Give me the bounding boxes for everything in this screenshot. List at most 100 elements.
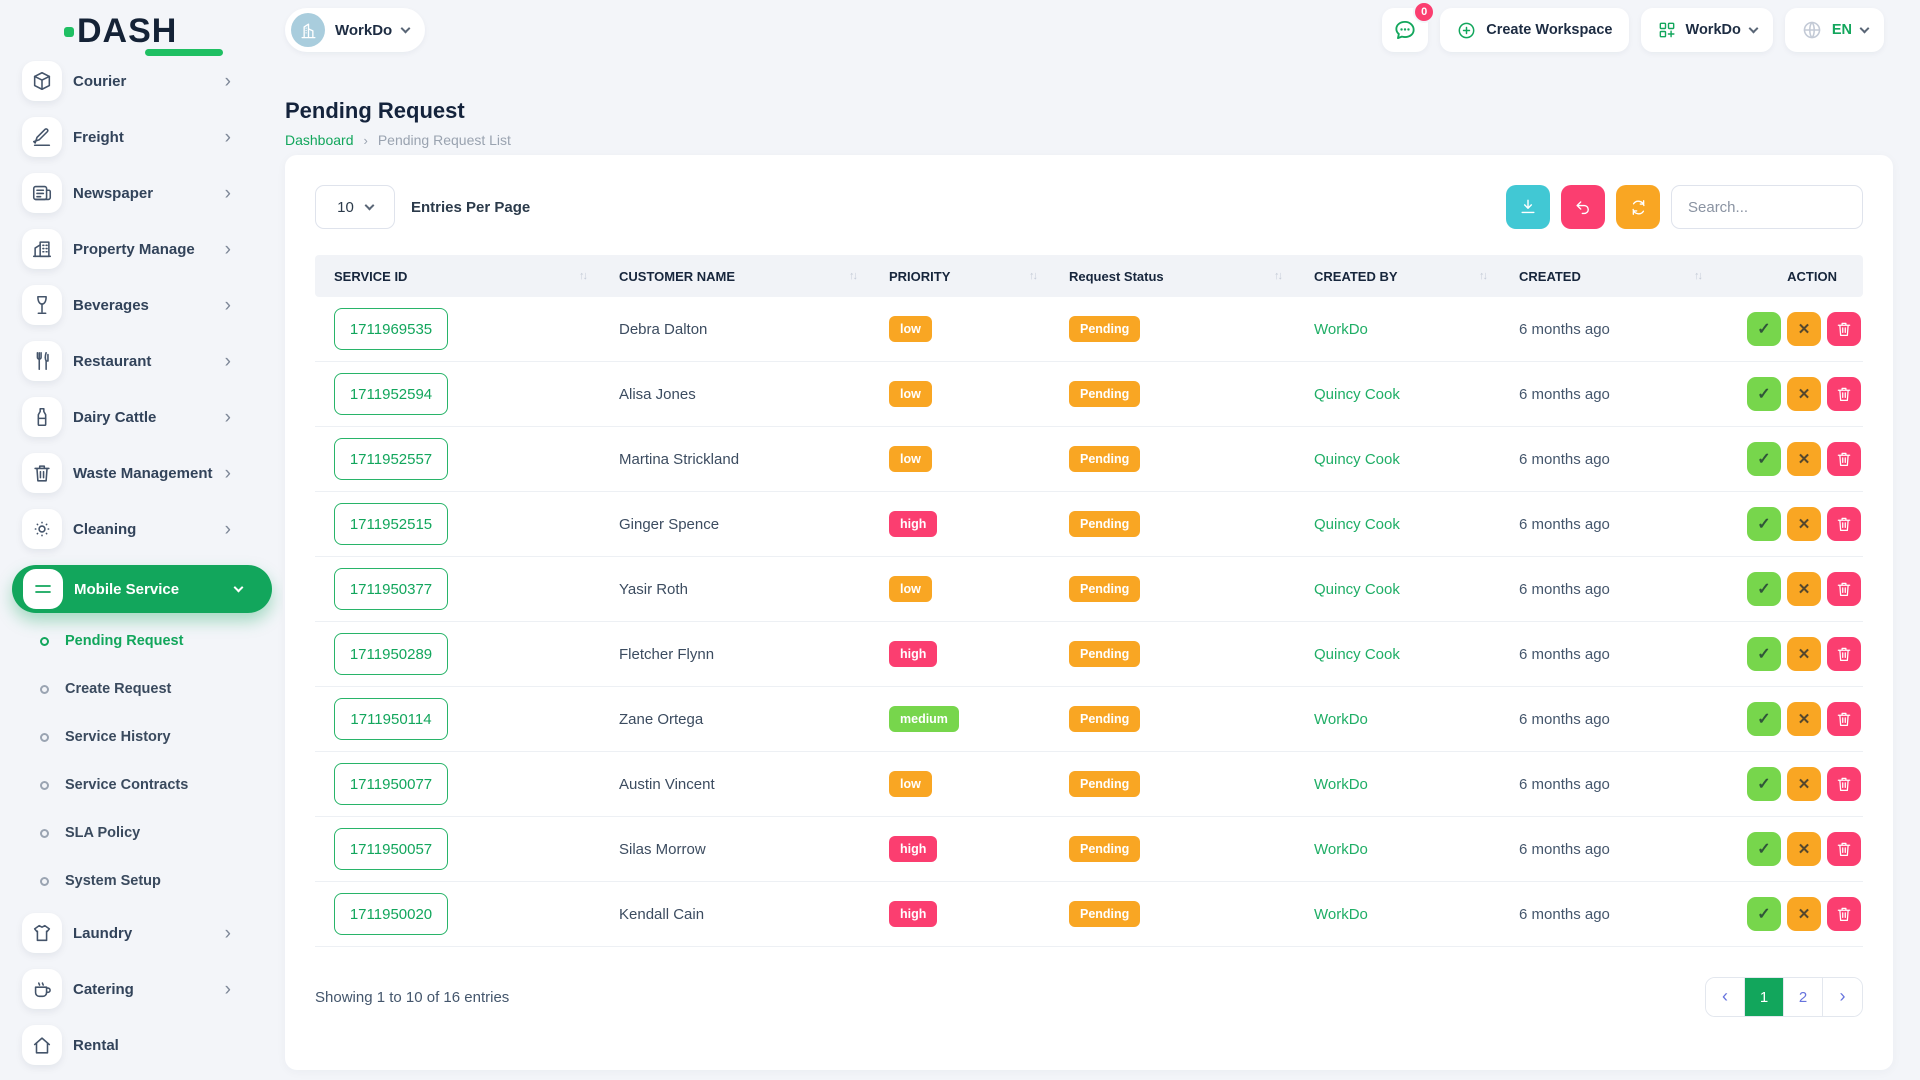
pagination-next-button[interactable]: › — [1823, 978, 1862, 1016]
sidebar-subitem-service-history[interactable]: Service History — [0, 717, 283, 757]
reject-button[interactable]: ✕ — [1787, 702, 1821, 736]
sidebar-item-property-manage[interactable]: Property Manage› — [0, 229, 283, 269]
created-by-link[interactable]: WorkDo — [1314, 906, 1368, 923]
approve-button[interactable]: ✓ — [1747, 312, 1781, 346]
reject-button[interactable]: ✕ — [1787, 572, 1821, 606]
delete-button[interactable] — [1827, 767, 1861, 801]
delete-button[interactable] — [1827, 637, 1861, 671]
service-id-chip[interactable]: 1711952557 — [334, 438, 448, 480]
approve-button[interactable]: ✓ — [1747, 572, 1781, 606]
sort-icon[interactable]: ↑↓ — [1694, 270, 1701, 282]
sort-icon[interactable]: ↑↓ — [849, 270, 856, 282]
reject-button[interactable]: ✕ — [1787, 312, 1821, 346]
approve-button[interactable]: ✓ — [1747, 767, 1781, 801]
column-header-service-id[interactable]: SERVICE ID↑↓ — [315, 269, 600, 284]
sidebar-subitem-system-setup[interactable]: System Setup — [0, 861, 283, 901]
chevron-down-icon — [364, 200, 374, 210]
language-menu[interactable]: EN — [1785, 8, 1884, 52]
approve-button[interactable]: ✓ — [1747, 702, 1781, 736]
delete-button[interactable] — [1827, 507, 1861, 541]
sidebar-item-courier[interactable]: Courier› — [0, 61, 283, 101]
service-id-chip[interactable]: 1711950057 — [334, 828, 448, 870]
service-id-chip[interactable]: 1711950114 — [334, 698, 448, 740]
sidebar-subitem-create-request[interactable]: Create Request — [0, 669, 283, 709]
sort-icon[interactable]: ↑↓ — [1029, 270, 1036, 282]
approve-button[interactable]: ✓ — [1747, 442, 1781, 476]
service-id-chip[interactable]: 1711952515 — [334, 503, 448, 545]
delete-button[interactable] — [1827, 897, 1861, 931]
service-id-chip[interactable]: 1711950020 — [334, 893, 448, 935]
sidebar-item-waste-management[interactable]: Waste Management› — [0, 453, 283, 493]
breadcrumb-home-link[interactable]: Dashboard — [285, 132, 354, 148]
created-by-link[interactable]: Quincy Cook — [1314, 516, 1400, 533]
pagination-page-1[interactable]: 1 — [1745, 978, 1784, 1016]
sidebar-item-restaurant[interactable]: Restaurant› — [0, 341, 283, 381]
service-id-chip[interactable]: 1711950077 — [334, 763, 448, 805]
workspace-switcher[interactable]: WorkDo — [285, 8, 425, 52]
sort-icon[interactable]: ↑↓ — [579, 270, 586, 282]
sidebar-item-label: Courier — [73, 73, 225, 90]
approve-button[interactable]: ✓ — [1747, 637, 1781, 671]
sidebar-subitem-sla-policy[interactable]: SLA Policy — [0, 813, 283, 853]
reject-button[interactable]: ✕ — [1787, 897, 1821, 931]
created-by-link[interactable]: WorkDo — [1314, 711, 1368, 728]
created-by-link[interactable]: Quincy Cook — [1314, 581, 1400, 598]
column-header-created[interactable]: CREATED↑↓ — [1500, 269, 1715, 284]
create-workspace-button[interactable]: Create Workspace — [1440, 8, 1628, 52]
sidebar-item-newspaper[interactable]: Newspaper› — [0, 173, 283, 213]
sidebar-item-cleaning[interactable]: Cleaning› — [0, 509, 283, 549]
column-header-customer-name[interactable]: CUSTOMER NAME↑↓ — [600, 269, 870, 284]
approve-button[interactable]: ✓ — [1747, 897, 1781, 931]
pagination-prev-button[interactable]: ‹ — [1706, 978, 1745, 1016]
reject-button[interactable]: ✕ — [1787, 832, 1821, 866]
approve-button[interactable]: ✓ — [1747, 832, 1781, 866]
export-button[interactable] — [1506, 185, 1550, 229]
created-by-link[interactable]: Quincy Cook — [1314, 646, 1400, 663]
reject-button[interactable]: ✕ — [1787, 637, 1821, 671]
sidebar-item-mobile-service[interactable]: Mobile Service — [12, 565, 272, 613]
sort-icon[interactable]: ↑↓ — [1274, 270, 1281, 282]
column-header-priority[interactable]: PRIORITY↑↓ — [870, 269, 1050, 284]
created-by-link[interactable]: WorkDo — [1314, 841, 1368, 858]
approve-button[interactable]: ✓ — [1747, 507, 1781, 541]
approve-button[interactable]: ✓ — [1747, 377, 1781, 411]
sort-icon[interactable]: ↑↓ — [1479, 270, 1486, 282]
service-id-chip[interactable]: 1711950289 — [334, 633, 448, 675]
created-by-link[interactable]: WorkDo — [1314, 776, 1368, 793]
company-menu[interactable]: WorkDo — [1641, 8, 1773, 52]
created-by-link[interactable]: Quincy Cook — [1314, 386, 1400, 403]
sidebar-item-dairy-cattle[interactable]: Dairy Cattle› — [0, 397, 283, 437]
sidebar-subitem-pending-request[interactable]: Pending Request — [0, 621, 283, 661]
sidebar-item-beverages[interactable]: Beverages› — [0, 285, 283, 325]
service-id-chip[interactable]: 1711969535 — [334, 308, 448, 350]
column-header-request-status[interactable]: Request Status↑↓ — [1050, 269, 1295, 284]
search-input[interactable] — [1671, 185, 1863, 229]
sidebar-item-laundry[interactable]: Laundry› — [0, 913, 283, 953]
reject-button[interactable]: ✕ — [1787, 377, 1821, 411]
service-id-chip[interactable]: 1711950377 — [334, 568, 448, 610]
messages-button[interactable]: 0 — [1382, 8, 1428, 52]
delete-button[interactable] — [1827, 702, 1861, 736]
refresh-button[interactable] — [1616, 185, 1660, 229]
pagination-page-2[interactable]: 2 — [1784, 978, 1823, 1016]
sidebar-item-rental[interactable]: Rental — [0, 1025, 283, 1065]
delete-button[interactable] — [1827, 377, 1861, 411]
back-button[interactable] — [1561, 185, 1605, 229]
created-by-link[interactable]: Quincy Cook — [1314, 451, 1400, 468]
sidebar-subitem-label: Create Request — [65, 681, 171, 697]
column-header-created-by[interactable]: CREATED BY↑↓ — [1295, 269, 1500, 284]
delete-button[interactable] — [1827, 442, 1861, 476]
sidebar-subitem-service-contracts[interactable]: Service Contracts — [0, 765, 283, 805]
delete-button[interactable] — [1827, 572, 1861, 606]
delete-button[interactable] — [1827, 312, 1861, 346]
reject-button[interactable]: ✕ — [1787, 442, 1821, 476]
trash-icon — [1835, 710, 1853, 728]
delete-button[interactable] — [1827, 832, 1861, 866]
service-id-chip[interactable]: 1711952594 — [334, 373, 448, 415]
reject-button[interactable]: ✕ — [1787, 507, 1821, 541]
entries-per-page-select[interactable]: 10 — [315, 185, 395, 229]
created-by-link[interactable]: WorkDo — [1314, 321, 1368, 338]
sidebar-item-catering[interactable]: Catering› — [0, 969, 283, 1009]
sidebar-item-freight[interactable]: Freight› — [0, 117, 283, 157]
reject-button[interactable]: ✕ — [1787, 767, 1821, 801]
